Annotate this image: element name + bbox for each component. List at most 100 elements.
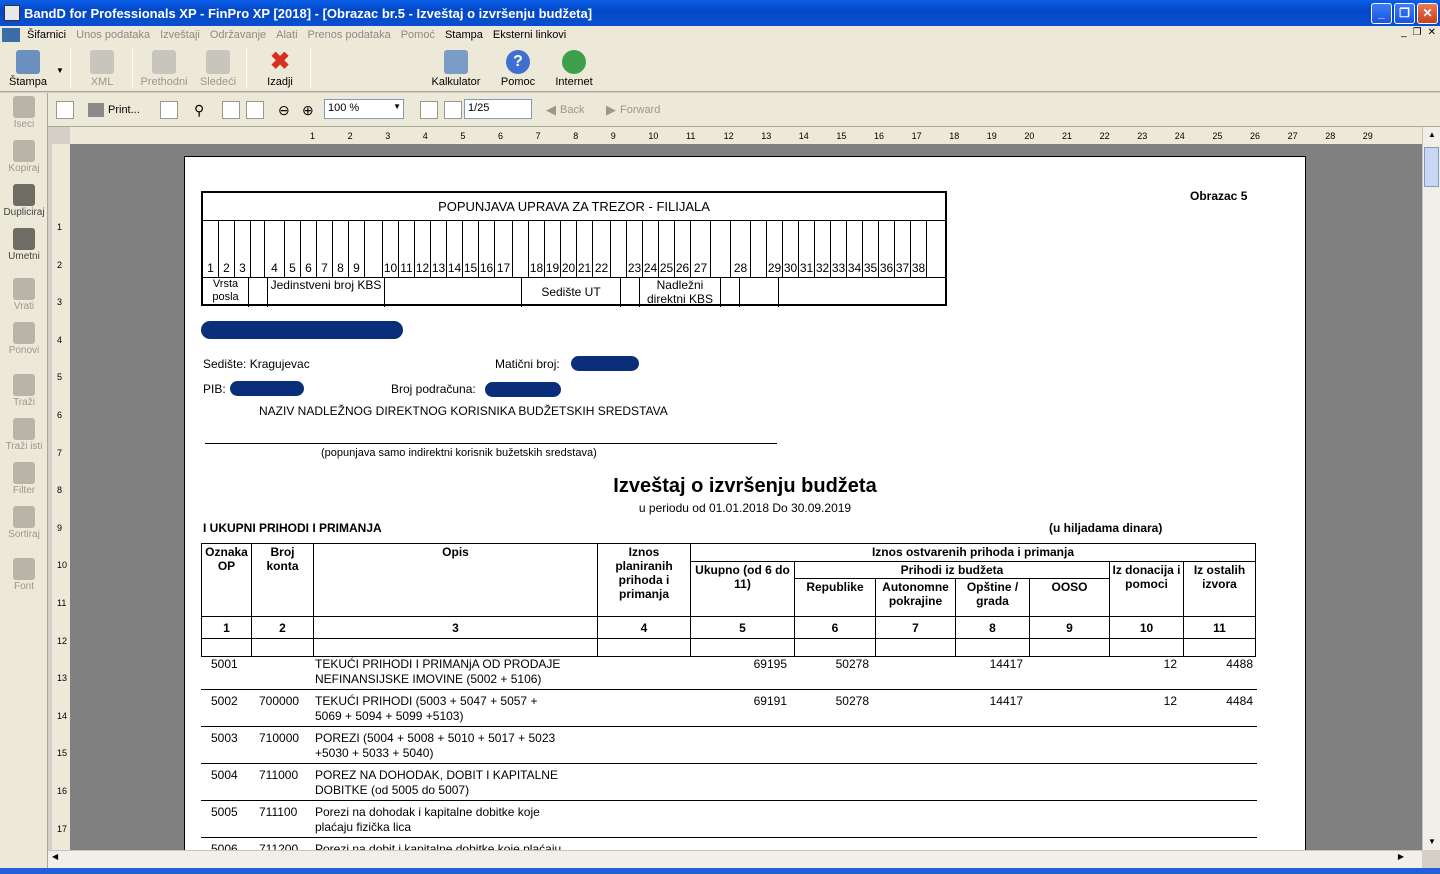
filter-icon [13, 462, 35, 484]
zoom-out-button[interactable]: ⊖ [278, 101, 290, 119]
sidebar-trazi-isti[interactable]: Traži isti [2, 415, 46, 457]
row-cell-konto: 711100 [259, 805, 298, 819]
sidebar-font[interactable]: Font [2, 555, 46, 597]
menu-stampa[interactable]: Stampa [440, 29, 488, 41]
copy-icon [160, 101, 178, 119]
forward-button[interactable]: ▶ Forward [606, 101, 660, 119]
multi-page-button[interactable] [246, 101, 264, 119]
restore-button[interactable]: ❐ [1394, 2, 1415, 24]
sidebar-iseci[interactable]: Iseci [2, 93, 46, 135]
sledeci-button[interactable]: Sledeći [190, 46, 246, 90]
uprava-cell-number: 31 [799, 261, 814, 275]
sidebar-trazi[interactable]: Traži [2, 371, 46, 413]
uprava-cell-number: 10 [383, 261, 398, 275]
uprava-box: POPUNJAVA UPRAVA ZA TREZOR - FILIJALA 12… [201, 191, 947, 307]
naziv-nadleznog: NAZIV NADLEŽNOG DIREKTNOG KORISNIKA BUDŽ… [259, 404, 668, 418]
xml-button[interactable]: XML [74, 46, 130, 90]
close-button[interactable]: ✕ [1417, 2, 1438, 24]
minimize-button[interactable]: _ [1371, 2, 1392, 24]
uprava-grid: 1 2 3 4 5 6 7 8 9 10 11 12 13 14 15 16 17 18 19 20 21 22 23 24 2… [203, 221, 945, 277]
horizontal-scrollbar[interactable]: ◀ ▶ [48, 850, 1422, 868]
printer-icon [88, 103, 104, 117]
scroll-right-icon[interactable]: ▶ [1398, 852, 1404, 861]
menu-eksterni-linkovi[interactable]: Eksterni linkovi [488, 29, 571, 41]
column-number: 9 [1029, 616, 1110, 639]
printer-icon [16, 50, 40, 74]
sidebar-sortiraj[interactable]: Sortiraj [2, 503, 46, 545]
separator [70, 48, 71, 88]
menu-prenos-podataka[interactable]: Prenos podataka [303, 29, 396, 41]
units-label: (u hiljadama dinara) [1049, 521, 1163, 535]
sidebar-umetni[interactable]: Umetni [2, 225, 46, 267]
vertical-scrollbar[interactable]: ▲ ▼ [1422, 127, 1440, 850]
zoom-select[interactable]: 100 % ▼ [324, 99, 404, 119]
sidebar-label: Font [13, 581, 34, 592]
kalkulator-button[interactable]: Kalkulator [428, 46, 484, 90]
scroll-down-icon[interactable]: ▼ [1424, 834, 1440, 850]
copy-icon [13, 140, 35, 162]
menu-sifarnici[interactable]: Šifarnici [22, 29, 71, 41]
uprava-cell-number: 26 [675, 261, 690, 275]
row-cell-konto: 711000 [259, 768, 299, 782]
internet-button[interactable]: Internet [546, 46, 602, 90]
menu-izvestaji[interactable]: Izveštaji [155, 29, 205, 41]
menu-unos-podataka[interactable]: Unos podataka [71, 29, 155, 41]
stampa-dropdown-icon[interactable]: ▼ [56, 66, 64, 75]
uprava-cell: 11 [399, 221, 415, 277]
ruler-tick: 7 [535, 131, 541, 141]
redacted-pib [230, 381, 304, 396]
row-cell-ost: 4484 [1226, 694, 1253, 708]
row-cell-ukupno: 69195 [753, 657, 787, 671]
izadji-button[interactable]: ✖ Izadji [252, 46, 308, 90]
sidebar-vrati[interactable]: Vrati [2, 275, 46, 317]
row-cell-op: 5002 [211, 694, 238, 708]
toggle-tree-button[interactable] [56, 101, 74, 119]
prethodni-button[interactable]: Prethodni [136, 46, 192, 90]
column-number: 11 [1183, 616, 1256, 639]
uprava-cell: 8 [333, 221, 349, 277]
sidebar-label: Umetni [8, 251, 40, 262]
menu-pomoc[interactable]: Pomoć [396, 29, 440, 41]
row-cell-konto: 700000 [259, 694, 300, 708]
uprava-cell: 15 [463, 221, 479, 277]
scroll-up-icon[interactable]: ▲ [1424, 127, 1440, 143]
sidebar-kopiraj[interactable]: Kopiraj [2, 137, 46, 179]
uprava-cell: 26 [675, 221, 691, 277]
next-page-button[interactable] [444, 101, 462, 119]
single-page-button[interactable] [222, 101, 240, 119]
arrow-down-icon [444, 101, 462, 119]
mdi-close-button[interactable]: ✕ [1428, 27, 1436, 38]
zoom-in-button[interactable]: ⊕ [302, 101, 314, 119]
stampa-label: Štampa [9, 76, 47, 88]
menu-odrzavanje[interactable]: Održavanje [205, 29, 271, 41]
taskbar [0, 868, 1440, 874]
ruler-tick: 22 [1099, 131, 1110, 141]
uprava-cell-number: 20 [561, 261, 576, 275]
ruler-tick: 19 [986, 131, 997, 141]
uprava-cell: 3 [235, 221, 251, 277]
print-button[interactable]: Print... [88, 101, 140, 119]
copy-page-button[interactable] [160, 101, 178, 119]
ruler-tick: 20 [1024, 131, 1035, 141]
col-planirani: Iznos planiranih prihoda i primanja [597, 543, 691, 617]
page-number-input[interactable]: 1/25 [464, 99, 532, 119]
uprava-cell-number: 28 [733, 261, 748, 275]
column-number: 8 [955, 616, 1030, 639]
sidebar-dupliciraj[interactable]: Dupliciraj [2, 181, 46, 223]
scroll-left-icon[interactable]: ◀ [52, 852, 58, 861]
mdi-minimize-button[interactable]: _ [1401, 27, 1407, 38]
menu-alati[interactable]: Alati [271, 29, 302, 41]
sidebar-filter[interactable]: Filter [2, 459, 46, 501]
sidebar-ponovi[interactable]: Ponovi [2, 319, 46, 361]
find-button[interactable]: ⚲ [194, 101, 204, 119]
scroll-thumb[interactable] [1424, 147, 1439, 187]
uprava-cell-number: 12 [415, 261, 430, 275]
stampa-button[interactable]: Štampa [0, 46, 56, 90]
prev-page-button[interactable] [420, 101, 438, 119]
column-number-row: 1 2 3 4 5 6 7 8 9 10 11 [201, 616, 1256, 639]
mdi-restore-button[interactable]: ❐ [1413, 27, 1422, 38]
back-button[interactable]: ◀ Back [546, 101, 584, 119]
pomoc-button[interactable]: ? Pomoc [490, 46, 546, 90]
ruler-tick: 6 [57, 410, 63, 420]
ruler-tick: 29 [1362, 131, 1373, 141]
